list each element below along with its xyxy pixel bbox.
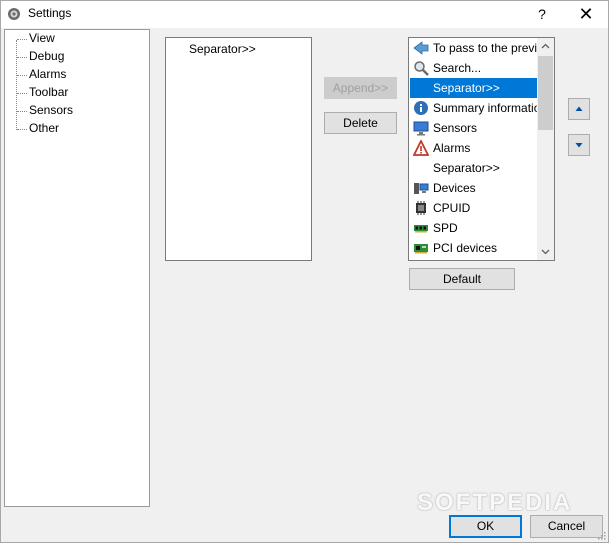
list-item-label: Sensors (433, 121, 478, 135)
tree-tick (17, 39, 27, 40)
list-item-label: Devices (433, 181, 476, 195)
scroll-down-icon[interactable] (537, 243, 554, 260)
list-item-label: CPUID (433, 201, 471, 215)
list-item[interactable]: Sensors (410, 118, 537, 138)
delete-button[interactable]: Delete (324, 112, 397, 134)
cancel-button[interactable]: Cancel (530, 515, 603, 538)
scroll-thumb[interactable] (538, 56, 553, 130)
triangle-down-icon (575, 143, 583, 148)
list-item-label: Separator>> (433, 81, 500, 95)
warning-icon (413, 140, 429, 156)
list-item-label: PCI devices (433, 241, 498, 255)
resize-grip-icon[interactable] (596, 530, 606, 540)
list-item-selected[interactable]: Separator>> (410, 78, 537, 98)
close-button[interactable]: ✕ (569, 1, 603, 28)
tree-tick (17, 129, 27, 130)
title-bar: Settings ? ✕ (1, 1, 608, 28)
monitor-icon (413, 121, 429, 136)
settings-category-tree[interactable]: View Debug Alarms Toolbar Sensors Other (4, 29, 150, 507)
list-item[interactable]: SPD (410, 218, 537, 238)
move-down-button[interactable] (568, 134, 590, 156)
ok-button[interactable]: OK (449, 515, 522, 538)
move-up-button[interactable] (568, 98, 590, 120)
list-item-label: Search... (433, 61, 482, 75)
scroll-up-icon[interactable] (537, 38, 554, 55)
list-item-label: Summary information (433, 101, 548, 115)
list-item-label: SPD (433, 221, 458, 235)
help-button[interactable]: ? (527, 1, 557, 28)
list-item[interactable]: Separator>> (189, 42, 256, 56)
list-item[interactable]: Devices (410, 178, 537, 198)
tree-tick (17, 57, 27, 58)
back-arrow-icon (413, 41, 429, 55)
list-item[interactable]: Search... (410, 58, 537, 78)
tree-tick (17, 75, 27, 76)
tree-item-label: Sensors (29, 103, 74, 117)
settings-window: Settings ? ✕ View Debug Alarms Toolbar S… (0, 0, 609, 543)
default-button[interactable]: Default (409, 268, 515, 290)
list-item-label: Separator>> (433, 161, 500, 175)
list-item[interactable]: CPUID (410, 198, 537, 218)
triangle-up-icon (575, 106, 583, 111)
tree-connector-line (16, 40, 18, 130)
tree-item-label: View (29, 31, 55, 45)
available-items-list[interactable]: To pass to the previous Search... Separa… (408, 37, 555, 261)
toolbar-items-list[interactable]: Separator>> (165, 37, 312, 261)
list-item-label: Alarms (433, 141, 471, 155)
dialog-button-bar: OK Cancel (1, 511, 608, 542)
tree-item-label: Debug (29, 49, 65, 63)
tree-item-label: Alarms (29, 67, 67, 81)
memory-icon (414, 225, 428, 233)
chip-icon (416, 201, 426, 215)
tree-item-label: Toolbar (29, 85, 69, 99)
gear-icon (8, 8, 20, 20)
window-title: Settings (28, 6, 72, 20)
tree-item-label: Other (29, 121, 60, 135)
list-item[interactable]: Summary information (410, 98, 547, 118)
list-item[interactable]: PCI devices (410, 238, 537, 258)
pci-card-icon (414, 244, 428, 254)
info-icon (414, 101, 428, 115)
list-item[interactable]: Separator>> (410, 158, 537, 178)
devices-icon (414, 183, 429, 194)
magnifier-icon (414, 61, 429, 76)
tree-tick (17, 111, 27, 112)
tree-tick (17, 93, 27, 94)
append-button[interactable]: Append>> (324, 77, 397, 99)
list-item[interactable]: To pass to the previous (410, 38, 554, 58)
vertical-scrollbar[interactable] (537, 38, 554, 260)
list-item[interactable]: Alarms (410, 138, 537, 158)
